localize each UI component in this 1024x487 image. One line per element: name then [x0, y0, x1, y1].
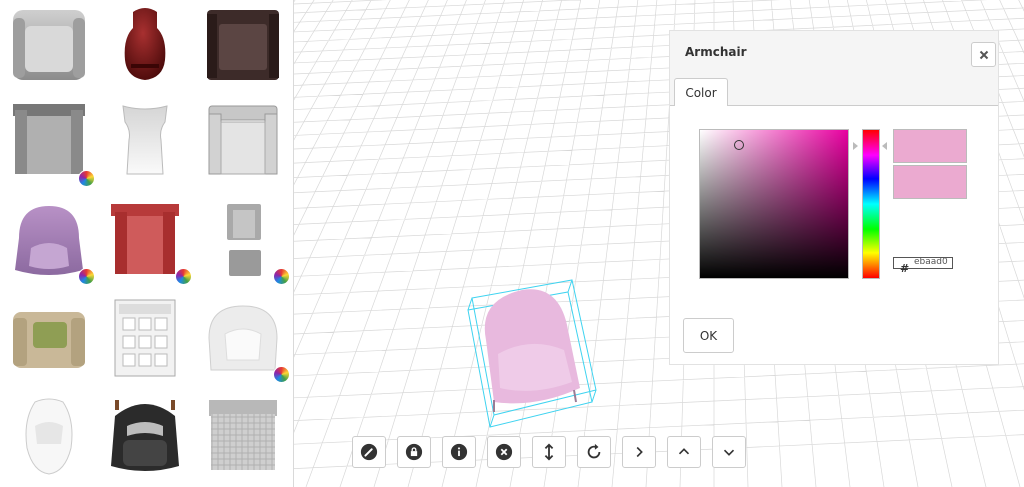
catalog-item-armchair-dark-brown[interactable]	[203, 4, 283, 84]
close-icon	[979, 50, 988, 59]
rotate-icon	[587, 443, 601, 459]
delete-button[interactable]	[487, 436, 521, 468]
hue-arrow-right-icon	[882, 142, 887, 150]
ok-button[interactable]: OK	[683, 318, 734, 353]
color-options-icon	[175, 268, 192, 285]
rotate-button[interactable]	[577, 436, 611, 468]
info-button[interactable]	[442, 436, 476, 468]
resize-vertical-icon	[544, 443, 554, 461]
next-button[interactable]	[622, 436, 656, 468]
catalog-item-chair-with-ottoman[interactable]	[203, 200, 283, 280]
catalog-item-chair-gray-woven[interactable]	[203, 396, 283, 476]
catalog-item-chair-black-frame[interactable]	[105, 396, 185, 476]
paint-button[interactable]	[352, 436, 386, 468]
resize-vertical-button[interactable]	[532, 436, 566, 468]
catalog-item-chair-white-curved[interactable]	[105, 100, 185, 180]
furniture-catalog	[0, 0, 294, 487]
catalog-item-chair-red-leather[interactable]	[105, 4, 185, 84]
catalog-item-armchair-gray-square[interactable]	[9, 100, 89, 180]
lock-icon	[405, 443, 423, 461]
current-color-swatch	[893, 165, 967, 199]
hex-input[interactable]	[914, 256, 964, 267]
chevron-right-icon	[636, 446, 643, 458]
hue-slider[interactable]	[862, 129, 880, 279]
dialog-title: Armchair	[685, 45, 747, 59]
catalog-item-armchair-white-rounded[interactable]	[203, 298, 283, 378]
move-up-button[interactable]	[667, 436, 701, 468]
catalog-item-armchair-silver[interactable]	[203, 100, 283, 180]
chevron-up-icon	[678, 448, 690, 455]
delete-icon	[495, 443, 513, 461]
catalog-item-armchair-white-tufted[interactable]	[105, 298, 185, 378]
tab-color[interactable]: Color	[674, 78, 728, 106]
catalog-item-armchair-gray[interactable]	[9, 4, 89, 84]
color-options-icon	[273, 268, 290, 285]
color-picker-cursor[interactable]	[734, 140, 744, 150]
catalog-item-armchair-beige-green-cushion[interactable]	[9, 298, 89, 378]
saturation-value-picker[interactable]	[699, 129, 849, 279]
move-down-button[interactable]	[712, 436, 746, 468]
chevron-down-icon	[723, 449, 735, 456]
new-color-swatch	[893, 129, 967, 163]
catalog-item-chair-egg-white[interactable]	[9, 396, 89, 476]
hue-arrow-left-icon	[853, 142, 858, 150]
selected-armchair[interactable]	[464, 270, 604, 430]
catalog-item-armchair-red[interactable]	[105, 200, 185, 280]
catalog-item-armchair-tub-mauve[interactable]	[9, 200, 89, 280]
close-button[interactable]	[971, 42, 996, 67]
hex-hash-label: #	[900, 262, 910, 275]
color-options-icon	[78, 268, 95, 285]
color-options-icon	[78, 170, 95, 187]
info-icon	[450, 443, 468, 461]
color-dialog: Armchair Color # OK	[669, 30, 999, 365]
color-options-icon	[273, 366, 290, 383]
paintbrush-icon	[360, 443, 378, 461]
lock-button[interactable]	[397, 436, 431, 468]
